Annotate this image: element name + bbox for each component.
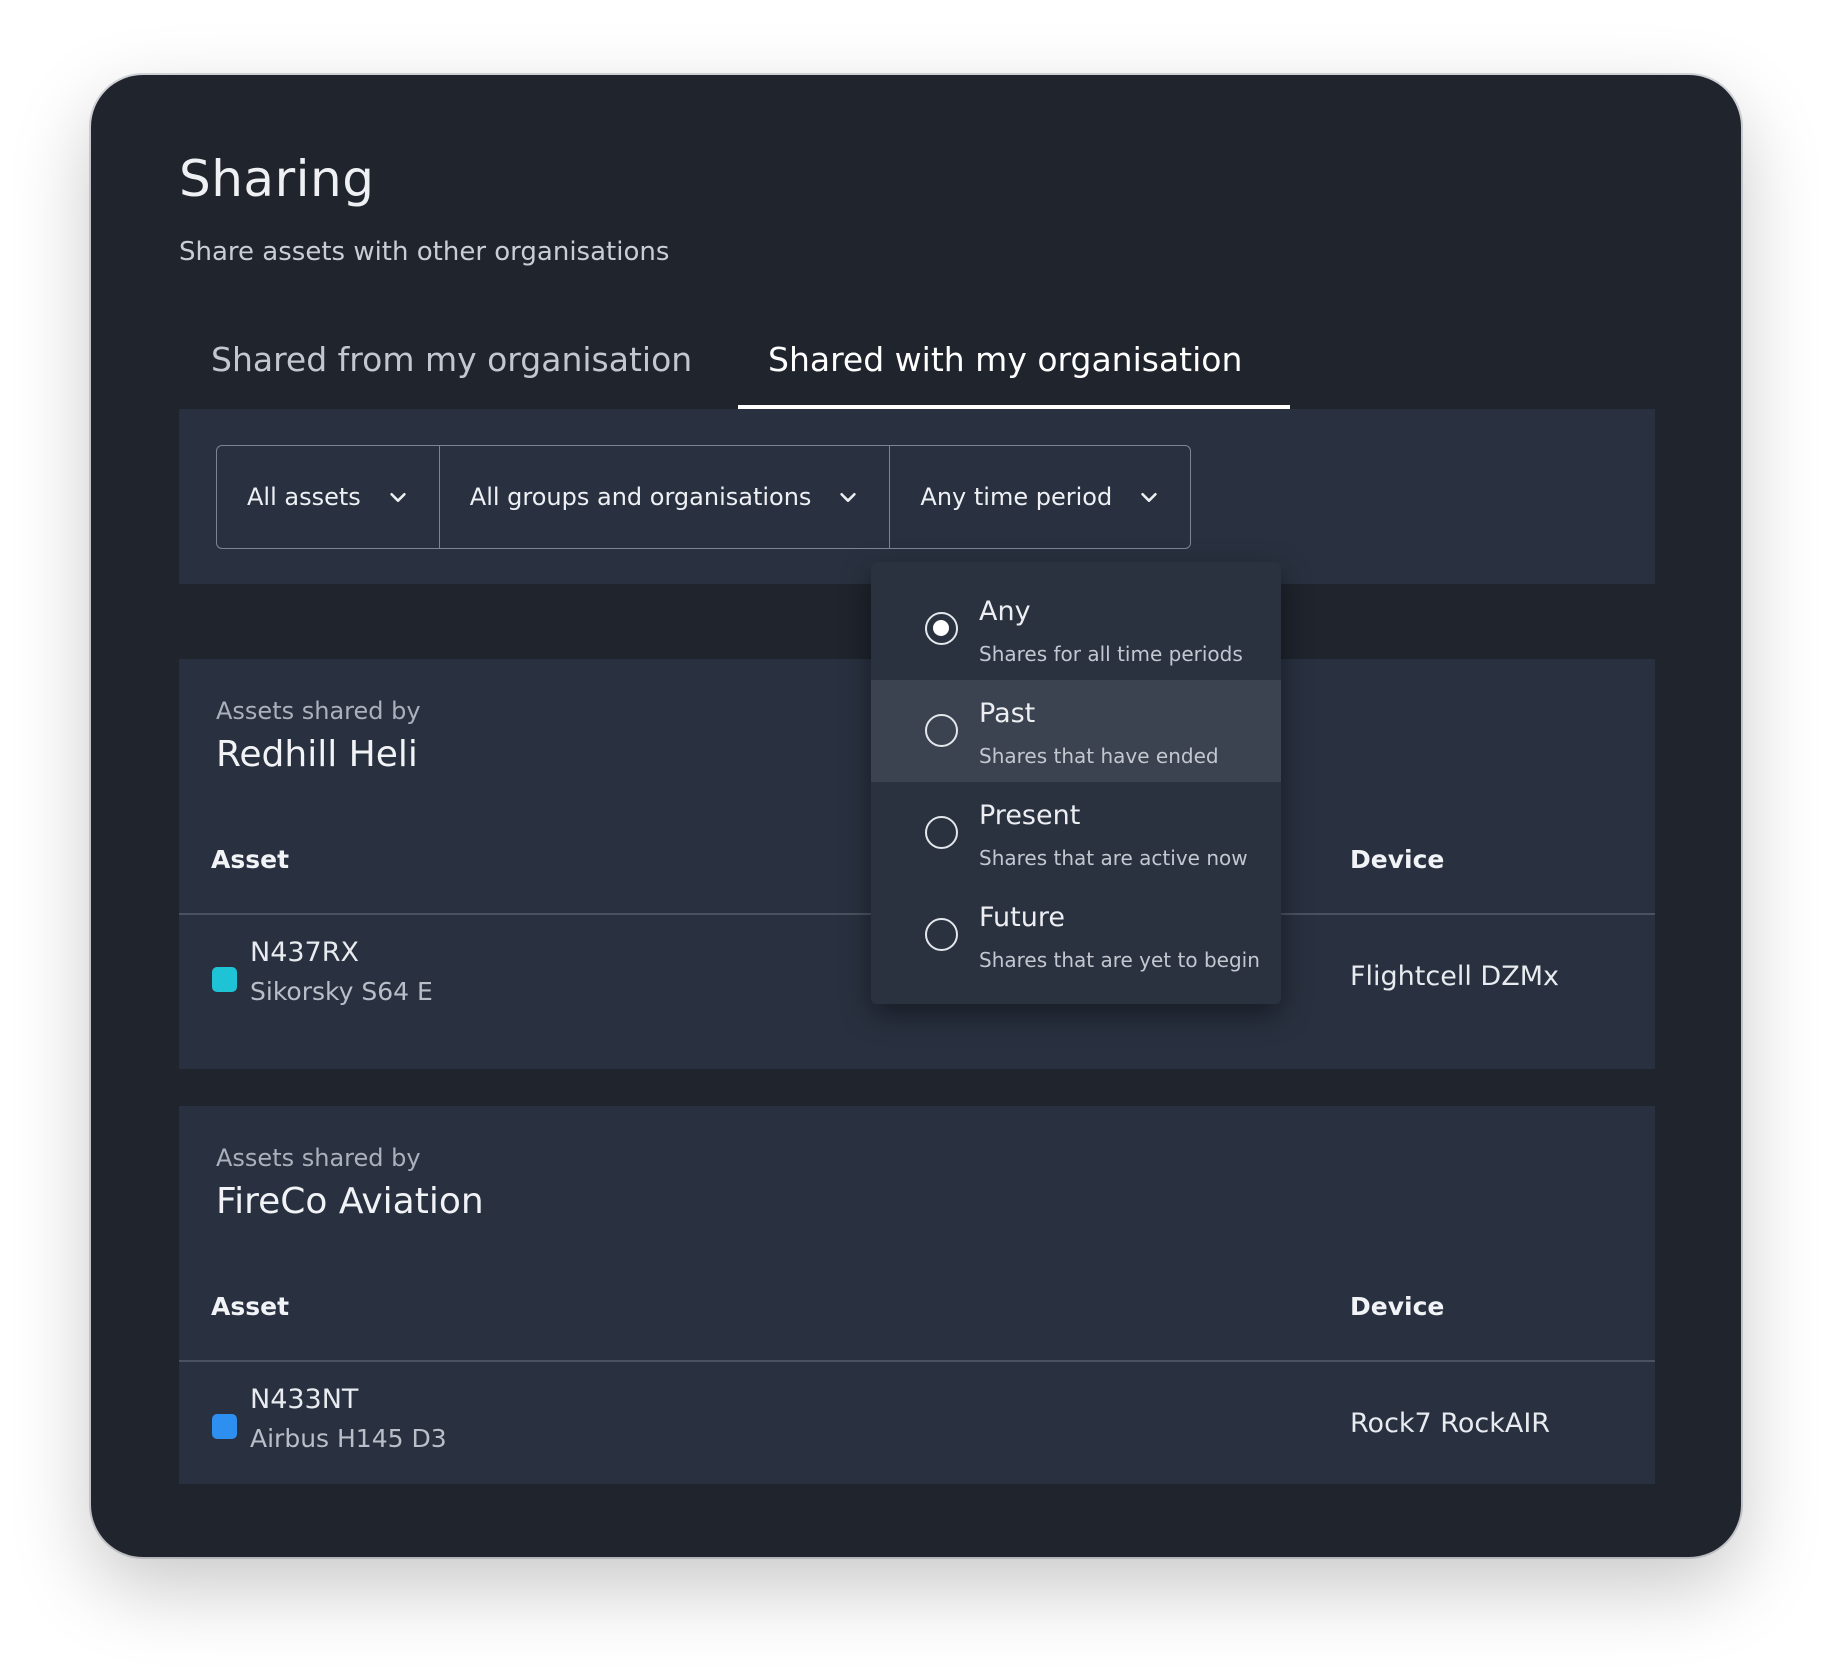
chevron-down-icon xyxy=(1141,492,1157,502)
table-row[interactable]: N433NT Airbus H145 D3 Rock7 RockAIR xyxy=(179,1362,1655,1492)
asset-registration: N437RX xyxy=(250,937,359,968)
filter-groups-label: All groups and organisations xyxy=(469,483,812,511)
time-period-dropdown: Any Shares for all time periods Past Sha… xyxy=(871,562,1281,1004)
asset-registration: N433NT xyxy=(250,1384,359,1415)
option-title: Future xyxy=(979,902,1065,933)
tab-shared-from[interactable]: Shared from my organisation xyxy=(211,330,692,410)
option-description: Shares for all time periods xyxy=(979,642,1243,666)
option-description: Shares that are yet to begin xyxy=(979,948,1260,972)
radio-unchecked-icon[interactable] xyxy=(925,918,958,951)
filter-bar: All assets All groups and organisations … xyxy=(179,409,1655,584)
asset-model: Airbus H145 D3 xyxy=(250,1424,447,1453)
shared-by-label: Assets shared by xyxy=(216,697,421,725)
asset-device: Flightcell DZMx xyxy=(1350,961,1559,992)
option-description: Shares that have ended xyxy=(979,744,1219,768)
column-header-device: Device xyxy=(1350,1292,1445,1321)
shared-by-label: Assets shared by xyxy=(216,1144,421,1172)
option-title: Any xyxy=(979,596,1031,627)
asset-device: Rock7 RockAIR xyxy=(1350,1408,1551,1439)
column-header-asset: Asset xyxy=(211,845,290,874)
org-name: FireCo Aviation xyxy=(216,1181,484,1222)
time-option-present[interactable]: Present Shares that are active now xyxy=(871,782,1281,884)
filter-assets-label: All assets xyxy=(247,483,361,511)
time-option-any[interactable]: Any Shares for all time periods xyxy=(871,578,1281,680)
tab-shared-with[interactable]: Shared with my organisation xyxy=(768,330,1242,410)
filter-groups-button[interactable]: All groups and organisations xyxy=(438,446,890,548)
column-header-asset: Asset xyxy=(211,1292,290,1321)
filter-group: All assets All groups and organisations … xyxy=(216,445,1192,549)
asset-color-swatch xyxy=(212,967,237,992)
filter-time-period-button[interactable]: Any time period xyxy=(889,446,1190,548)
share-card-fireco: Assets shared by FireCo Aviation Asset D… xyxy=(179,1106,1655,1484)
tab-bar: Shared from my organisation Shared with … xyxy=(179,330,1655,410)
time-option-future[interactable]: Future Shares that are yet to begin xyxy=(871,884,1281,986)
page-title: Sharing xyxy=(179,150,375,208)
column-header-device: Device xyxy=(1350,845,1445,874)
option-title: Past xyxy=(979,698,1036,729)
radio-checked-icon[interactable] xyxy=(925,612,958,645)
asset-color-swatch xyxy=(212,1414,237,1439)
chevron-down-icon xyxy=(390,492,406,502)
filter-time-period-label: Any time period xyxy=(920,483,1113,511)
asset-model: Sikorsky S64 E xyxy=(250,977,433,1006)
filter-assets-button[interactable]: All assets xyxy=(217,446,439,548)
option-description: Shares that are active now xyxy=(979,846,1248,870)
radio-unchecked-icon[interactable] xyxy=(925,816,958,849)
radio-unchecked-icon[interactable] xyxy=(925,714,958,747)
page-subtitle: Share assets with other organisations xyxy=(179,237,670,267)
option-title: Present xyxy=(979,800,1081,831)
time-option-past[interactable]: Past Shares that have ended xyxy=(871,680,1281,782)
org-name: Redhill Heli xyxy=(216,734,418,775)
chevron-down-icon xyxy=(840,492,857,502)
